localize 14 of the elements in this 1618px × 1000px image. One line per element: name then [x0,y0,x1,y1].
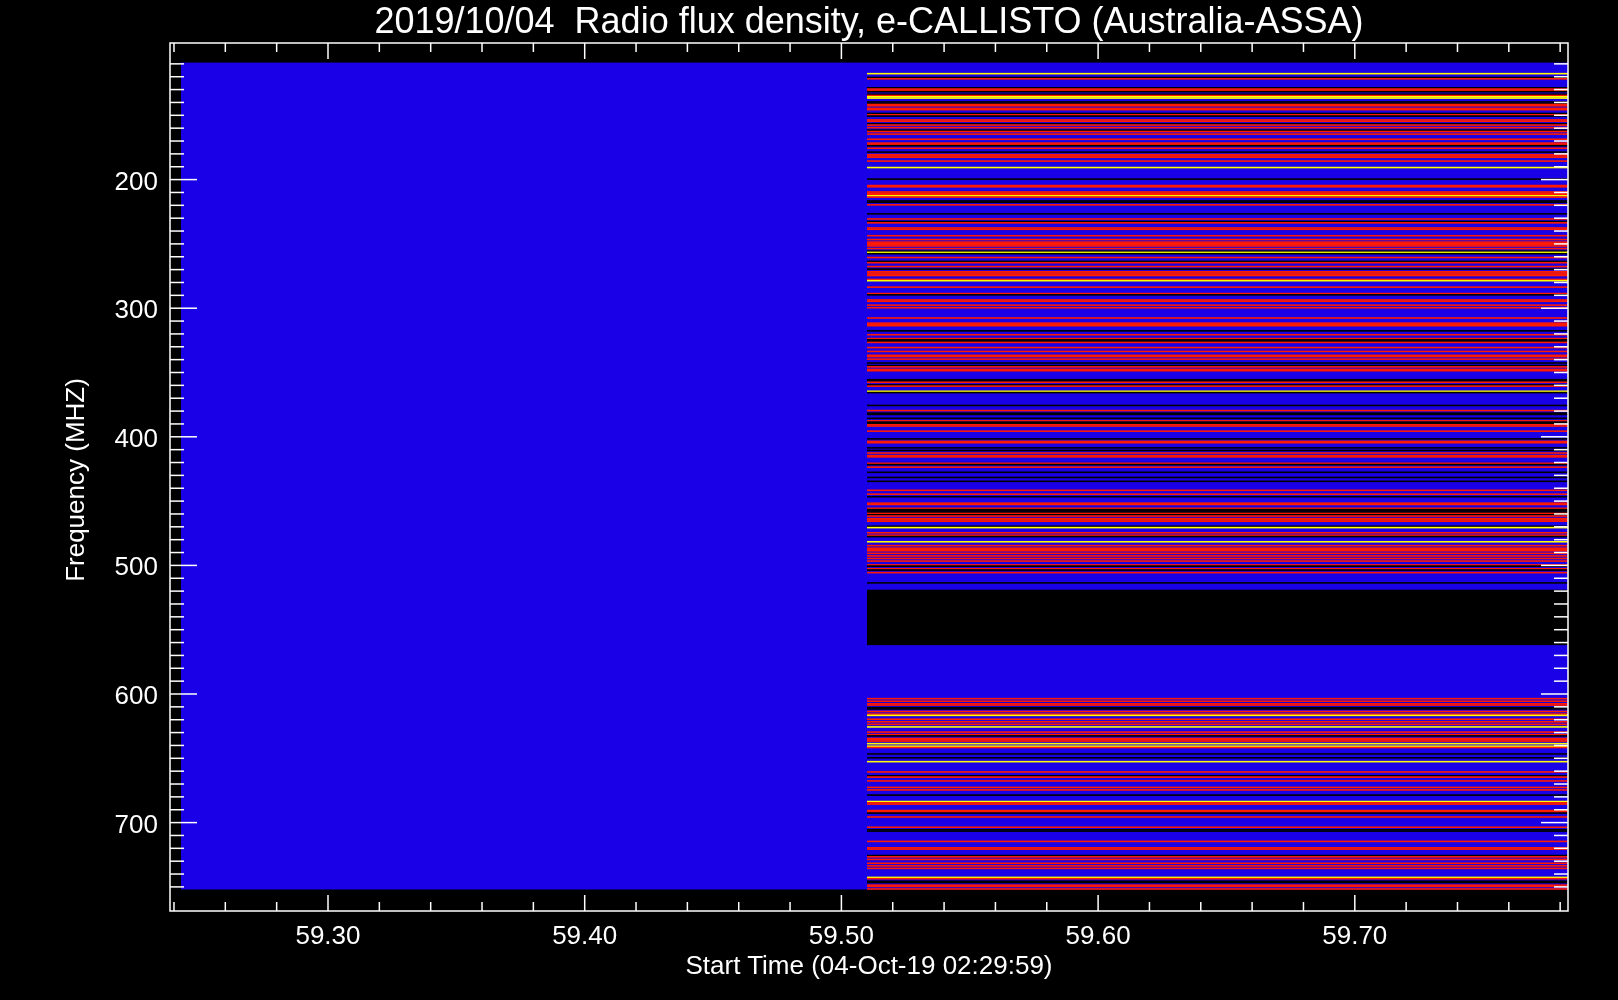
y-tick-label: 300 [114,294,158,325]
x-tick-label: 59.70 [1322,920,1388,950]
x-tick-label: 59.30 [295,920,361,950]
y-axis-label: Frequency (MHZ) [60,378,90,582]
y-tick-label: 500 [114,551,158,582]
y-tick-label: 400 [114,422,158,453]
x-tick-label: 59.50 [808,920,874,950]
y-tick-label: 700 [114,808,158,839]
x-tick-label: 59.60 [1065,920,1131,950]
x-axis-label: Start Time (04-Oct-19 02:29:59) [685,950,1053,980]
x-tick-label: 59.40 [552,920,618,950]
y-tick-label: 200 [114,165,158,196]
y-tick-label: 600 [114,680,158,710]
chart-title: 2019/10/04 Radio flux density, e-CALLISTO (Australia-ASSA) [374,0,1364,41]
